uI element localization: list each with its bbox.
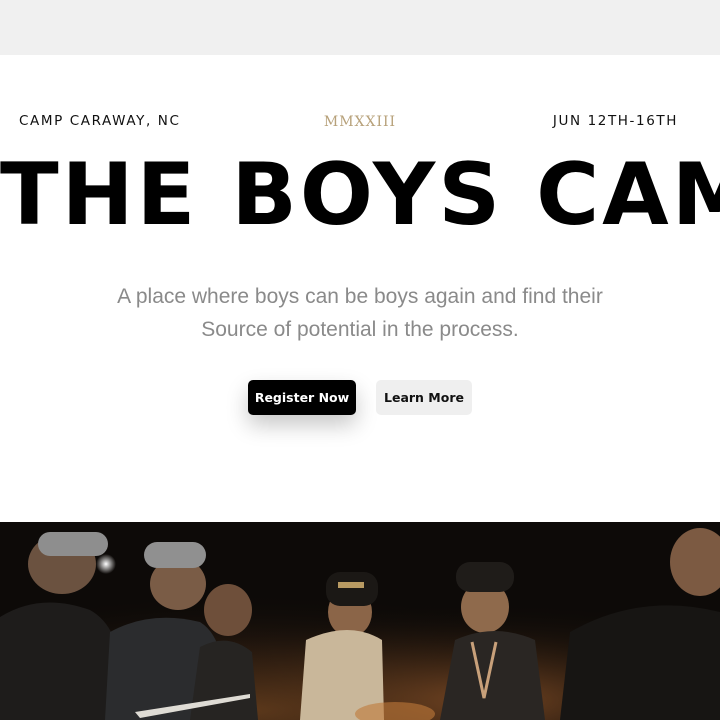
event-meta-row: CAMP CARAWAY, NC MMXXIII JUN 12TH-16TH: [0, 113, 720, 133]
learn-more-button[interactable]: Learn More: [376, 380, 472, 415]
register-now-button[interactable]: Register Now: [248, 380, 356, 415]
headlamp-light: [96, 554, 116, 574]
page-title: THE BOYS CAMP: [0, 145, 720, 245]
hero-tagline: A place where boys can be boys again and…: [117, 285, 603, 341]
campfire-photo-illustration: [0, 522, 720, 720]
event-dates: JUN 12TH-16TH: [552, 113, 678, 129]
campfire-photo: [0, 522, 720, 720]
browser-top-bar: [0, 0, 720, 55]
